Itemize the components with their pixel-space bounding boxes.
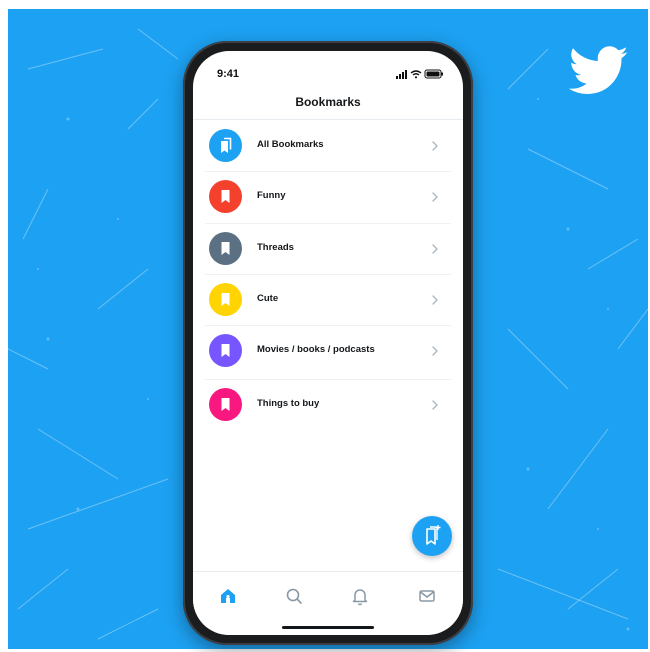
bookmark-icon [221,344,230,357]
new-bookmark-folder-button[interactable] [412,516,452,556]
folder-avatar [209,283,242,316]
chevron-right-icon [432,141,438,151]
tab-notifications[interactable] [350,586,370,606]
wifi-icon [410,70,422,76]
bookmark-folder-item[interactable]: Funny [205,172,451,224]
status-icons [396,69,443,79]
home-indicator [282,626,374,629]
chevron-right-icon [432,346,438,356]
bookmark-folder-label: Threads [257,242,294,253]
tab-search[interactable] [284,586,304,606]
chevron-right-icon [432,400,438,410]
phone-frame: 9:41 Bookmarks All Bookmarks Funny Threa… [183,41,473,645]
bookmark-folder-item[interactable]: Movies / books / podcasts [205,326,451,380]
bookmark-folder-item[interactable]: Things to buy [205,380,451,433]
home-icon [221,589,235,603]
header: Bookmarks [193,93,463,120]
folder-avatar [209,232,242,265]
bookmark-folder-item[interactable]: Threads [205,224,451,275]
mail-icon [419,590,435,602]
bookmark-icon [221,293,230,306]
chevron-right-icon [432,295,438,305]
bookmark-icon [221,190,230,203]
new-bookmark-folder-icon [426,525,441,545]
bookmark-folder-item[interactable]: All Bookmarks [205,121,451,172]
bookmark-folder-label: Funny [257,190,286,201]
search-icon [286,588,302,604]
bookmark-icon [221,398,230,411]
tab-home[interactable] [218,586,238,606]
bookmark-folder-item[interactable]: Cute [205,275,451,326]
chevron-right-icon [432,244,438,254]
page-title: Bookmarks [295,95,361,109]
chevron-right-icon [432,192,438,202]
bookmarks-stack-icon [221,137,232,153]
bookmark-icon [221,242,230,255]
bell-icon [352,589,368,606]
bookmark-folder-list: All Bookmarks Funny Threads Cute Movies / bo… [193,121,463,433]
twitter-bird-logo [569,46,628,94]
status-bar: 9:41 [193,51,463,93]
status-time: 9:41 [217,68,240,80]
folder-avatar [209,129,242,162]
folder-avatar [209,334,242,367]
folder-avatar [209,388,242,421]
bookmark-folder-label: Things to buy [257,398,320,409]
tab-messages[interactable] [417,586,437,606]
battery-icon [424,69,443,79]
signal-icon [396,70,407,79]
phone-screen: 9:41 Bookmarks All Bookmarks Funny Threa… [193,51,463,635]
bookmark-folder-label: All Bookmarks [257,139,324,150]
folder-avatar [209,180,242,213]
bookmark-folder-label: Movies / books / podcasts [257,344,375,355]
bookmark-folder-label: Cute [257,293,279,304]
